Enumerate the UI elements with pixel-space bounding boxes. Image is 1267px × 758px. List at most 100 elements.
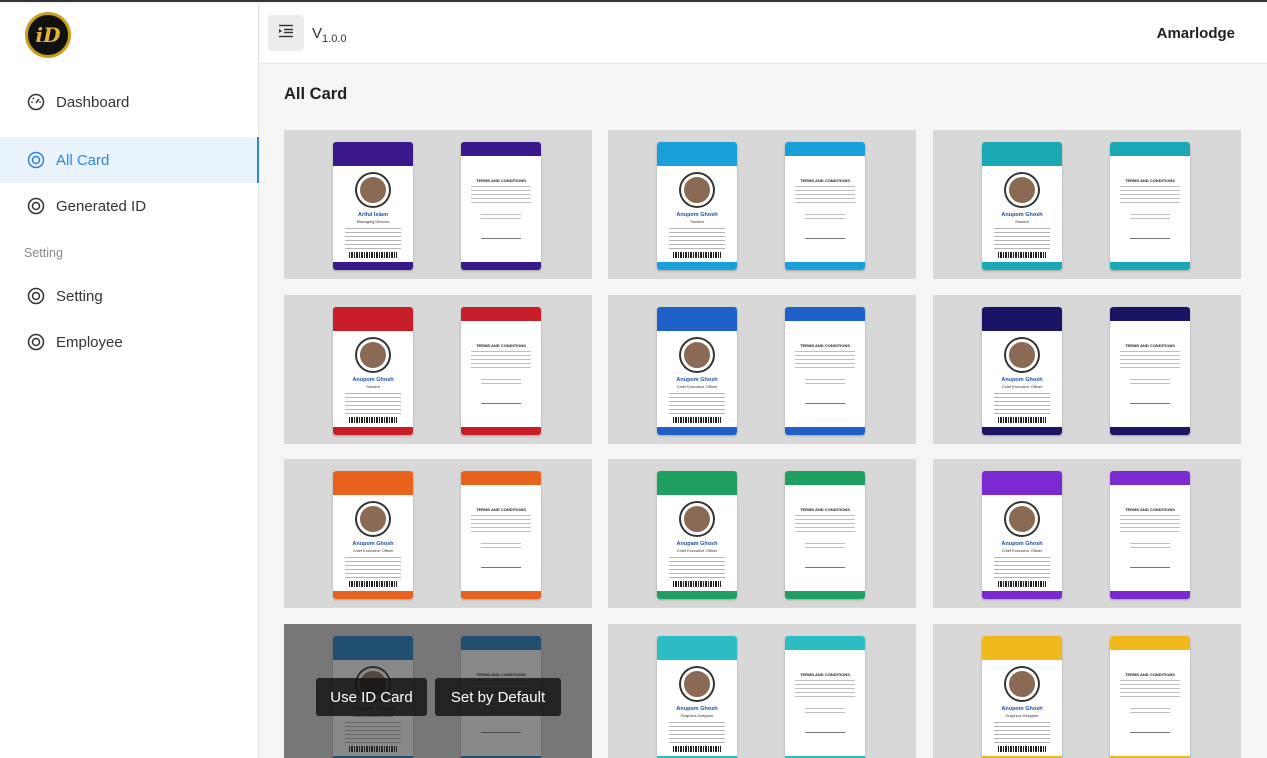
terms-title: TERMS AND CONDITIONS	[800, 672, 850, 677]
card-header-band	[1110, 142, 1190, 156]
card-icon	[27, 151, 45, 169]
signature-line	[805, 403, 845, 404]
card-template-tile[interactable]: Anupom GhoshChief Executive OfficerTERMS…	[933, 295, 1241, 444]
card-header-band	[982, 307, 1062, 331]
card-template-tile[interactable]: Ariful Islam Managing Director TERMS AND C…	[284, 130, 592, 279]
card-photo	[357, 339, 389, 371]
card-template-tile[interactable]: Anupom GhoshChief Executive Officer TERMS…	[608, 295, 916, 444]
card-header-band	[982, 471, 1062, 495]
card-holder-name: Anupom Ghosh	[352, 377, 394, 383]
date-lines	[805, 708, 845, 716]
card-template-tile[interactable]: Anupom Ghosh Student TERMS AND CONDITIONS	[608, 130, 916, 279]
set-by-default-button[interactable]: Set by Default	[435, 678, 561, 716]
card-template-tile[interactable]: Anupom Ghosh Student TERMS AND CONDITIONS	[284, 295, 592, 444]
terms-lines	[795, 186, 855, 206]
signature-line	[1130, 238, 1170, 239]
card-footer-band	[982, 427, 1062, 435]
user-name[interactable]: Amarlodge	[1157, 25, 1235, 42]
card-footer-band	[1110, 262, 1190, 270]
sidebar-item-setting[interactable]: Setting	[0, 273, 259, 319]
card-footer-band	[1110, 591, 1190, 599]
id-card-back-preview: TERMS AND CONDITIONS	[1110, 142, 1190, 270]
sidebar-item-label: All Card	[56, 151, 110, 169]
sidebar-item-all-card[interactable]: All Card	[0, 137, 259, 183]
id-card-back-preview: TERMS AND CONDITIONS	[785, 471, 865, 599]
card-holder-name: Anupom Ghosh	[1001, 212, 1043, 218]
sidebar-item-employee[interactable]: Employee	[0, 319, 259, 365]
terms-title: TERMS AND CONDITIONS	[476, 343, 526, 348]
card-holder-role: Graphics Designer	[1005, 713, 1039, 718]
card-header-band	[461, 471, 541, 485]
card-footer-band	[785, 262, 865, 270]
card-header-band	[982, 142, 1062, 166]
signature-line	[805, 732, 845, 733]
sidebar-item-label: Dashboard	[56, 93, 130, 111]
terms-title: TERMS AND CONDITIONS	[800, 343, 850, 348]
id-card-back-preview: TERMS AND CONDITIONS	[461, 142, 541, 270]
id-card-front-preview: Anupom Ghosh Graphics Designer	[657, 636, 737, 758]
card-footer-band	[785, 427, 865, 435]
sidebar-item-generated-id[interactable]: Generated ID	[0, 183, 259, 229]
card-template-tile[interactable]: Anupom GhoshChief Executive OfficerTERMS…	[933, 459, 1241, 608]
card-template-tile[interactable]: Anupam Ghosh Chief Executive Officer TERMS…	[608, 459, 916, 608]
card-info-lines	[345, 228, 401, 250]
card-info-lines	[994, 228, 1050, 250]
brand-logo[interactable]: iD	[25, 12, 71, 58]
date-lines	[805, 379, 845, 387]
signature-line	[1130, 403, 1170, 404]
terms-lines	[471, 186, 531, 206]
card-template-tile[interactable]: Anupom Ghosh Graphics Designer TERMS AND C…	[608, 624, 916, 758]
card-footer-band	[333, 262, 413, 270]
terms-title: TERMS AND CONDITIONS	[476, 178, 526, 183]
date-lines	[481, 543, 521, 551]
sidebar-item-label: Setting	[56, 287, 103, 305]
id-card-back-preview: TERMS AND CONDITIONS	[1110, 636, 1190, 758]
id-card-back-preview: TERMS AND CONDITIONS	[461, 471, 541, 599]
use-id-card-button[interactable]: Use ID Card	[316, 678, 427, 716]
id-card-front-preview: Anupom GhoshChief Executive Officer	[333, 471, 413, 599]
date-lines	[481, 214, 521, 222]
version-prefix: V	[312, 25, 323, 42]
barcode-icon	[349, 417, 397, 423]
card-header-band	[333, 471, 413, 495]
id-card-front-preview: Anupom GhoshChief Executive Officer	[657, 307, 737, 435]
date-lines	[1130, 708, 1170, 716]
tile-hover-overlay: Use ID Card Set by Default	[284, 624, 592, 758]
card-header-band	[785, 307, 865, 321]
id-card-front-preview: Anupom GhoshChief Executive Officer	[982, 307, 1062, 435]
signature-line	[1130, 567, 1170, 568]
dashboard-icon	[27, 93, 45, 111]
signature-line	[1130, 732, 1170, 733]
card-header-band	[657, 636, 737, 660]
id-card-front-preview: Anupom Ghosh Student	[657, 142, 737, 270]
terms-lines	[1120, 186, 1180, 206]
card-info-lines	[994, 557, 1050, 579]
card-header-band	[461, 142, 541, 156]
card-footer-band	[461, 591, 541, 599]
card-template-tile[interactable]: Anupom GhoshChief Executive Officer TERMS…	[284, 459, 592, 608]
card-photo	[681, 339, 713, 371]
date-lines	[1130, 543, 1170, 551]
sidebar-toggle-button[interactable]	[268, 15, 304, 51]
card-info-lines	[669, 722, 725, 744]
barcode-icon	[998, 252, 1046, 258]
card-template-tile[interactable]: Anupom GhoshChief Executive OfficerTERMS…	[284, 624, 592, 758]
card-photo	[1006, 174, 1038, 206]
sidebar-item-dashboard[interactable]: Dashboard	[0, 79, 259, 125]
card-info-lines	[345, 393, 401, 415]
card-header-band	[333, 142, 413, 166]
card-template-tile[interactable]: Anupom Ghosh Student TERMS AND CONDITIONS	[933, 130, 1241, 279]
card-holder-role: Chief Executive Officer	[1001, 548, 1043, 553]
card-info-lines	[994, 393, 1050, 415]
card-footer-band	[785, 591, 865, 599]
terms-lines	[795, 351, 855, 371]
card-footer-band	[461, 427, 541, 435]
card-footer-band	[657, 591, 737, 599]
card-header-band	[785, 142, 865, 156]
card-header-band	[1110, 636, 1190, 650]
barcode-icon	[673, 581, 721, 587]
terms-lines	[795, 680, 855, 700]
card-holder-role: Student	[1015, 219, 1029, 224]
signature-line	[805, 567, 845, 568]
card-template-tile[interactable]: Anupom Ghosh Graphics Designer TERMS AND C…	[933, 624, 1241, 758]
